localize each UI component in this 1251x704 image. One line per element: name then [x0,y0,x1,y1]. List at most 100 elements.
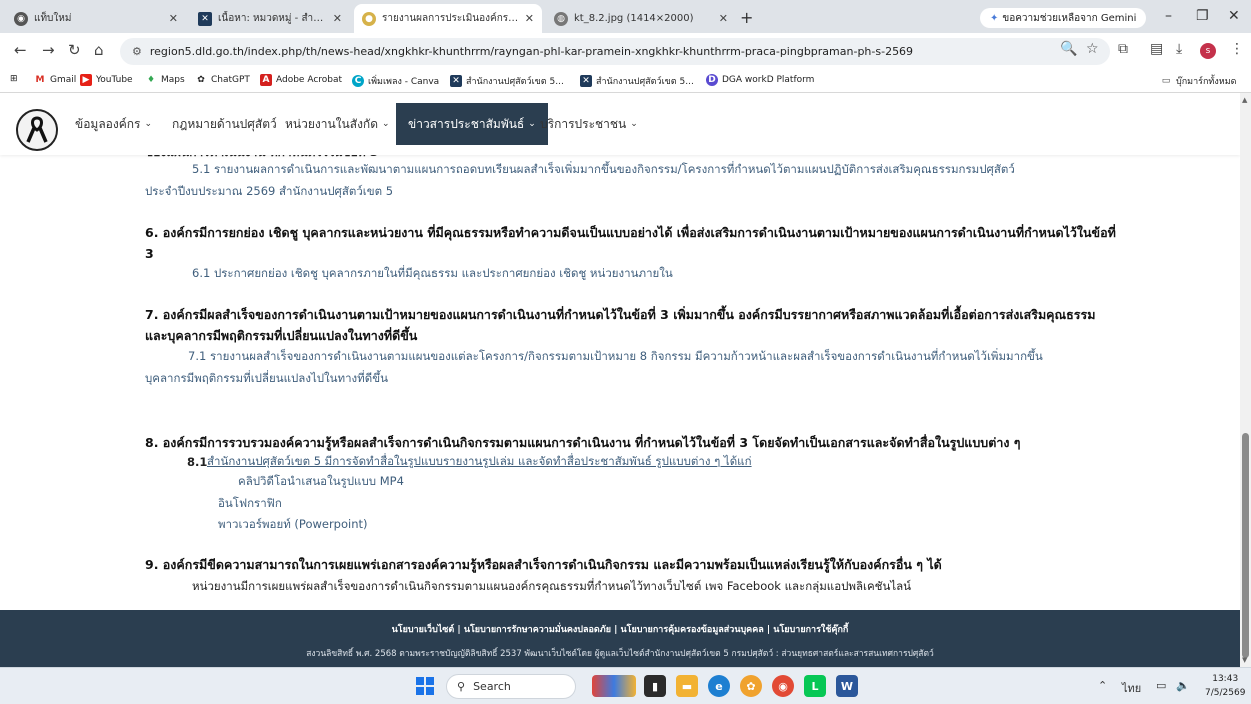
apps-grid-icon[interactable]: ⊞ [10,74,18,84]
nav-news-pr[interactable]: ข่าวสารประชาสัมพันธ์ ⌄ [396,103,548,145]
bookmark-label: Gmail [50,75,77,85]
word-icon[interactable]: W [836,675,858,697]
nav-livestock-law[interactable]: กฎหมายด้านปศุสัตว์ [172,93,277,155]
volume-icon[interactable]: 🔈 [1176,679,1190,692]
bookmark-maps[interactable]: ♦ Maps [145,74,185,86]
download-icon[interactable]: ⤓ [1176,41,1182,57]
close-icon[interactable]: ✕ [169,12,178,25]
task-view-icon[interactable]: ▮ [644,675,666,697]
canva-icon: C [352,75,364,87]
section-9-text: หน่วยงานมีการเผยแพร่ผลสำเร็จของการดำเนิน… [192,579,912,593]
gemini-button[interactable]: ✦ ขอความช่วยเหลือจาก Gemini [980,8,1147,28]
bookmark-youtube[interactable]: ▶ YouTube [80,74,133,86]
bookmark-label: ChatGPT [211,75,250,85]
folder-icon: ▭ [1161,76,1171,86]
section-7-heading-cont: และบุคลากรมีพฤติกรรมที่เปลี่ยนแปลงในทางท… [145,328,418,343]
tab-image[interactable]: ◍ kt_8.2.jpg (1414×2000) ✕ [546,4,736,33]
forward-icon[interactable]: → [42,41,55,59]
close-icon[interactable]: ✕ [719,12,728,25]
network-icon[interactable]: ▭ [1156,679,1166,692]
tray-chevron-up-icon[interactable]: ⌃ [1098,679,1107,692]
close-icon[interactable]: ✕ [333,12,342,25]
footer-policy-links[interactable]: นโยบายเว็บไซต์ | นโยบายการรักษาความมั่นค… [0,622,1240,636]
item-5-1-link[interactable]: 5.1 รายงานผลการดำเนินการและพัฒนาตามแผนกา… [192,159,1015,180]
bookmark-gmail[interactable]: M Gmail [34,74,77,86]
address-bar[interactable]: ⚙ region5.dld.go.th/index.php/th/news-he… [120,38,1110,65]
tab-active-report[interactable]: ● รายงานผลการประเมินองค์กรคุณธรรม ✕ [354,4,542,33]
maps-icon: ♦ [146,75,156,85]
reload-icon[interactable]: ↻ [68,41,81,59]
taskbar-clock[interactable]: 13:43 7/5/2569 [1205,672,1245,700]
item-7-1-link-cont[interactable]: บุคลากรมีพฤติกรรมที่เปลี่ยนแปลงไปในทางที… [145,368,388,389]
bookmark-acrobat[interactable]: A Adobe Acrobat [260,74,342,86]
youtube-icon: ▶ [80,74,92,86]
nav-label: ข่าวสารประชาสัมพันธ์ [408,116,525,131]
bookmark-label: DGA workD Platform [722,75,815,85]
profile-avatar[interactable]: s [1200,43,1216,59]
item-6-1-link[interactable]: 6.1 ประกาศยกย่อง เชิดชู บุคลากรภายในที่ม… [192,263,673,284]
media-item-powerpoint[interactable]: พาวเวอร์พอยท์ (Powerpoint) [218,514,368,535]
nav-affiliated-units[interactable]: หน่วยงานในสังกัด ⌄ [285,93,390,155]
bookmark-dld-2[interactable]: ✕ สำนักงานปศุสัตว์เขต 5... [580,74,694,88]
nav-public-services[interactable]: บริการประชาชน ⌄ [540,93,638,155]
menu-kebab-icon[interactable]: ⋮ [1230,41,1244,57]
tab-new-tab[interactable]: ◉ แท็บใหม่ ✕ [6,4,186,33]
reading-list-icon[interactable]: ▤ [1150,41,1163,57]
footer-copyright: สงวนลิขสิทธิ์ พ.ศ. 2568 ตามพระราชบัญญัติ… [306,649,934,659]
clock-time: 13:43 [1212,674,1239,684]
gemini-label: ขอความช่วยเหลือจาก Gemini [1002,12,1137,24]
acrobat-icon: A [260,74,272,86]
site-info-icon[interactable]: ⚙ [132,45,142,58]
nav-about-org[interactable]: ข้อมูลองค์กร ⌄ [75,93,152,155]
item-7-1-link[interactable]: 7.1 รายงานผลสำเร็จของการดำเนินงานตามแผนข… [188,346,1043,367]
bookmark-dld-1[interactable]: ✕ สำนักงานปศุสัตว์เขต 5... [450,74,564,88]
tab-dld-content[interactable]: ✕ เนื้อหา: หมวดหมู่ - สำนักงานปศุสัตว์ ✕ [190,4,350,33]
tab-strip: ◉ แท็บใหม่ ✕ ✕ เนื้อหา: หมวดหมู่ - สำนัก… [0,0,1251,33]
bookmark-dga[interactable]: D DGA workD Platform [706,74,814,86]
extensions-icon[interactable]: ⧉ [1118,41,1128,57]
bookmark-star-icon[interactable]: ☆ [1086,41,1099,57]
chrome-icon[interactable]: ◉ [772,675,794,697]
gemini-spark-icon: ✦ [990,12,999,24]
awareness-ribbon-logo[interactable] [16,109,58,151]
browser-icon: ◉ [14,11,28,26]
nav-label: หน่วยงานในสังกัด [285,116,378,131]
bookmark-label: สำนักงานปศุสัตว์เขต 5... [596,77,694,87]
item-8-1-number: 8.1 [187,455,208,469]
scroll-down-icon[interactable]: ▼ [1242,656,1247,664]
item-8-1-link[interactable]: สำนักงานปศุสัตว์เขต 5 มีการจัดทำสื่อในรู… [207,451,839,472]
edge-icon[interactable]: e [708,675,730,697]
photos-icon[interactable]: ✿ [740,675,762,697]
input-language[interactable]: ไทย [1122,679,1141,697]
media-item-infographic[interactable]: อินโฟกราฟิก [218,493,282,514]
bookmark-label: YouTube [96,75,133,85]
close-icon[interactable]: ✕ [525,12,534,25]
scroll-up-icon[interactable]: ▲ [1242,96,1247,104]
home-icon[interactable]: ⌂ [94,41,104,59]
bookmark-label: Adobe Acrobat [276,75,343,85]
widgets-app-icon[interactable] [592,675,636,697]
search-icon: ⚲ [457,680,466,693]
item-5-1-link-cont[interactable]: ประจำปีงบประมาณ 2569 สำนักงานปศุสัตว์เขต… [145,181,393,202]
taskbar-search[interactable]: ⚲ Search [446,674,576,699]
windows-start-icon[interactable] [416,677,434,695]
back-icon[interactable]: ← [14,41,27,59]
new-tab-button[interactable]: + [740,8,753,27]
line-icon[interactable]: L [804,675,826,697]
media-item-video[interactable]: คลิปวิดีโอนำเสนอในรูปแบบ MP4 [238,471,404,492]
gmail-icon: M [35,75,45,85]
zoom-icon[interactable]: 🔍 [1060,41,1077,57]
tab-label: เนื้อหา: หมวดหมู่ - สำนักงานปศุสัตว์ [218,13,327,24]
scrollbar-thumb[interactable] [1242,433,1249,658]
bookmark-canva[interactable]: C เพิ่มเพลง - Canva [352,74,439,88]
restore-icon[interactable]: ❐ [1196,8,1209,24]
window-close-icon[interactable]: ✕ [1228,8,1240,24]
dld-icon: ✕ [580,75,592,87]
bookmarks-folder[interactable]: ▭ บุ๊กมาร์กทั้งหมด [1160,74,1237,88]
minimize-icon[interactable]: – [1165,8,1172,24]
page-scrollbar[interactable]: ▲ ▼ [1240,93,1251,667]
file-explorer-icon[interactable]: ▬ [676,675,698,697]
bookmark-chatgpt[interactable]: ✿ ChatGPT [195,74,250,86]
nav-label: กฎหมายด้านปศุสัตว์ [172,116,277,131]
bookmark-label: บุ๊กมาร์กทั้งหมด [1176,77,1237,87]
